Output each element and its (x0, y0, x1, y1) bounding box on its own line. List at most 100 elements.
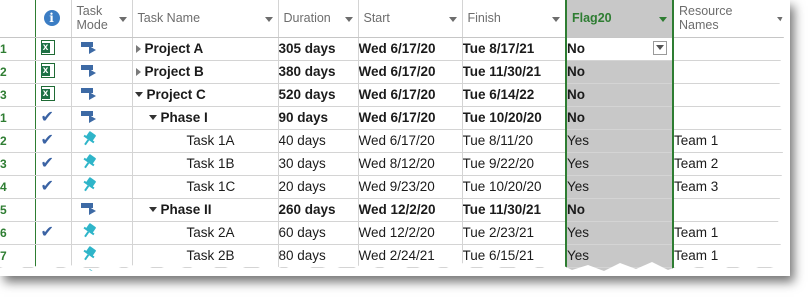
chevron-down-icon[interactable] (264, 17, 273, 22)
table-row[interactable]: 1 ✔ Phase I 90 days Wed 6/17/20 Tue 10/20/20 N… (0, 106, 790, 130)
task-name-cell[interactable]: Task 1B (132, 152, 279, 176)
row-number[interactable]: 2 (0, 129, 36, 153)
chevron-down-icon[interactable] (448, 17, 457, 22)
task-name-cell[interactable]: Task 1A (132, 129, 279, 153)
select-all-corner[interactable] (0, 0, 36, 38)
table-row[interactable]: 4 ✔ Task 1C 20 days Wed 9/23/20 Tue 10/20/20 Y… (0, 175, 790, 199)
indicator-cell (35, 198, 72, 222)
row-number[interactable]: 1 (0, 106, 36, 130)
table-row[interactable]: 1 Project A 305 daysWed 6/17/20Tue 8/17/21… (0, 37, 790, 61)
task-mode-column-header[interactable]: Task Mode (71, 0, 133, 38)
row-number[interactable]: 1 (0, 37, 36, 61)
row-number[interactable]: 4 (0, 175, 36, 199)
task-name-cell[interactable]: Phase I (132, 106, 279, 130)
task-name-header-label: Task Name (137, 11, 201, 26)
flag20-cell[interactable]: No (565, 83, 674, 107)
task-name-cell[interactable]: Project A (132, 37, 279, 61)
finish-cell[interactable]: Tue 9/22/20 (462, 152, 567, 176)
collapse-triangle-icon[interactable] (148, 207, 157, 212)
excel-icon[interactable] (40, 85, 55, 101)
flag20-cell[interactable]: Yes (565, 152, 674, 176)
start-cell[interactable]: Wed 6/17/20 (358, 129, 463, 153)
flag20-column-header[interactable]: Flag20 (565, 0, 674, 38)
start-cell[interactable]: Wed 8/12/20 (358, 152, 463, 176)
task-mode-cell[interactable] (71, 175, 133, 199)
task-mode-cell[interactable] (71, 83, 133, 107)
check-icon: ✔ (40, 108, 54, 126)
task-name-cell[interactable]: Phase II (132, 198, 279, 222)
table-row[interactable]: 5 Phase II 260 days Wed 12/2/20 Tue 11/30/21… (0, 198, 790, 222)
duration-cell[interactable]: 260 days (278, 198, 359, 222)
flag20-cell[interactable]: Yes (565, 221, 674, 245)
table-row[interactable]: 2 ✔ Task 1A 40 days Wed 6/17/20 Tue 8/11/20 Ye… (0, 129, 790, 153)
duration-cell[interactable]: 90 days (278, 106, 359, 130)
finish-cell[interactable]: Tue 8/11/20 (462, 129, 567, 153)
table-row[interactable]: 3 Project C 520 daysWed 6/17/20Tue 6/14/22… (0, 83, 790, 107)
task-name-column-header[interactable]: Task Name (132, 0, 279, 38)
excel-icon[interactable] (40, 39, 55, 55)
finish-cell[interactable]: Tue 10/20/20 (462, 106, 567, 130)
row-number[interactable]: 3 (0, 83, 36, 107)
flag20-cell[interactable]: Yes (565, 175, 674, 199)
flag20-cell[interactable]: Yes (565, 129, 674, 153)
task-name-cell[interactable]: Task 1C (132, 175, 279, 199)
task-name-label: Phase II (160, 202, 212, 217)
row-number[interactable]: 3 (0, 152, 36, 176)
task-mode-cell[interactable] (71, 106, 133, 130)
task-mode-cell[interactable] (71, 198, 133, 222)
task-name-cell[interactable]: Project B (132, 60, 279, 84)
chevron-down-icon[interactable] (659, 17, 667, 22)
flag20-cell[interactable]: No (565, 37, 674, 61)
collapse-triangle-icon[interactable] (134, 92, 143, 97)
table-row[interactable]: 2 Project B 380 daysWed 6/17/20Tue 11/30/2… (0, 60, 790, 84)
excel-icon[interactable] (40, 62, 55, 78)
chevron-down-icon[interactable] (552, 17, 560, 22)
flag20-dropdown-button[interactable] (653, 40, 667, 55)
task-mode-cell[interactable] (71, 221, 133, 245)
row-number[interactable]: 5 (0, 198, 36, 222)
start-cell[interactable]: Wed 12/2/20 (358, 198, 463, 222)
expand-triangle-icon[interactable] (135, 67, 141, 76)
task-mode-cell[interactable] (71, 37, 133, 61)
task-mode-cell[interactable] (71, 60, 133, 84)
indicators-column-header[interactable]: i (35, 0, 72, 38)
task-name-cell[interactable]: Task 2A (132, 221, 279, 245)
task-name-cell[interactable]: Project C (132, 83, 279, 107)
flag20-cell[interactable]: No (565, 198, 674, 222)
auto-scheduled-icon (80, 202, 99, 215)
table-row[interactable]: 3 ✔ Task 1B 30 days Wed 8/12/20 Tue 9/22/20 Ye… (0, 152, 790, 176)
flag20-cell[interactable]: No (565, 60, 674, 84)
start-column-header[interactable]: Start (358, 0, 463, 38)
duration-cell[interactable]: 60 days (278, 221, 359, 245)
finish-cell[interactable]: Tue 2/23/21 (462, 221, 567, 245)
chevron-down-icon[interactable] (118, 17, 127, 22)
collapse-triangle-icon[interactable] (148, 115, 157, 120)
duration-cell[interactable]: 30 days (278, 152, 359, 176)
start-cell[interactable]: Wed 6/17/20 (358, 60, 463, 84)
duration-cell[interactable]: 380 days (278, 60, 359, 84)
start-cell[interactable]: Wed 6/17/20 (358, 37, 463, 61)
finish-cell[interactable]: Tue 8/17/21 (462, 37, 567, 61)
duration-cell[interactable]: 520 days (278, 83, 359, 107)
task-mode-cell[interactable] (71, 152, 133, 176)
finish-cell[interactable]: Tue 11/30/21 (462, 60, 567, 84)
finish-column-header[interactable]: Finish (462, 0, 567, 38)
start-cell[interactable]: Wed 9/23/20 (358, 175, 463, 199)
row-number[interactable]: 6 (0, 221, 36, 245)
chevron-down-icon[interactable] (344, 17, 353, 22)
duration-cell[interactable]: 20 days (278, 175, 359, 199)
duration-column-header[interactable]: Duration (278, 0, 359, 38)
duration-cell[interactable]: 305 days (278, 37, 359, 61)
finish-cell[interactable]: Tue 11/30/21 (462, 198, 567, 222)
expand-triangle-icon[interactable] (135, 44, 141, 53)
start-cell[interactable]: Wed 12/2/20 (358, 221, 463, 245)
task-mode-cell[interactable] (71, 129, 133, 153)
start-cell[interactable]: Wed 6/17/20 (358, 83, 463, 107)
finish-cell[interactable]: Tue 6/14/22 (462, 83, 567, 107)
row-number[interactable]: 2 (0, 60, 36, 84)
table-row[interactable]: 6 ✔ Task 2A 60 days Wed 12/2/20 Tue 2/23/21 Ye… (0, 221, 790, 245)
finish-cell[interactable]: Tue 10/20/20 (462, 175, 567, 199)
duration-cell[interactable]: 40 days (278, 129, 359, 153)
start-cell[interactable]: Wed 6/17/20 (358, 106, 463, 130)
flag20-cell[interactable]: No (565, 106, 674, 130)
